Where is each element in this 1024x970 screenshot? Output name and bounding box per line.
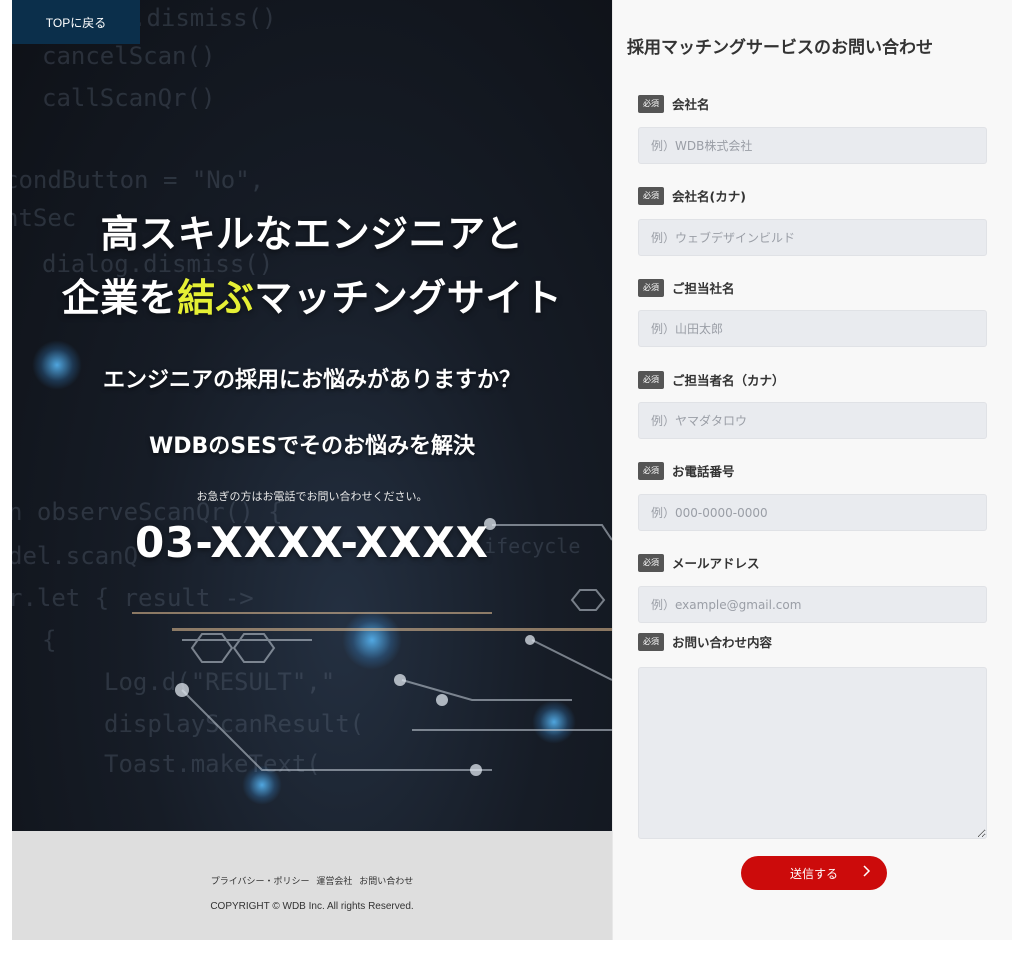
required-badge: 必須 [638,278,664,297]
label-text: お電話番号 [672,464,735,479]
field-label-contact-name: 必須 ご担当社名 [638,278,735,297]
top-back-link[interactable]: TOPに戻る [12,0,140,44]
label-text: 会社名(カナ) [672,189,746,204]
company-kana-input[interactable] [638,219,987,256]
email-input[interactable] [638,586,987,623]
label-text: メールアドレス [672,556,760,571]
headline-highlight: 結ぶ [177,276,255,320]
required-badge: 必須 [638,553,664,572]
contact-form-panel: 採用マッチングサービスのお問い合わせ 必須 会社名 必須 会社名(カナ) 必須 … [612,0,1012,940]
label-text: 会社名 [672,97,710,112]
contact-name-input[interactable] [638,310,987,347]
required-badge: 必須 [638,370,664,389]
required-badge: 必須 [638,461,664,480]
phone-input[interactable] [638,494,987,531]
hero-subtitle-2: WDBのSESでそのお悩みを解決 [148,434,475,459]
footer-link-contact[interactable]: お問い合わせ [359,877,413,887]
field-label-company-kana: 必須 会社名(カナ) [638,186,746,205]
phone-note: お急ぎの方はお電話でお問い合わせください。 [196,490,428,503]
hero-subtitle-1: エンジニアの採用にお悩みがありますか？ [102,368,521,393]
field-label-phone: 必須 お電話番号 [638,461,735,480]
footer: プライバシー・ポリシー 運営会社 お問い合わせ COPYRIGHT © WDB … [12,831,612,940]
field-label-inquiry: 必須 お問い合わせ内容 [638,632,772,651]
contact-kana-input[interactable] [638,402,987,439]
inquiry-textarea[interactable] [638,667,987,839]
copyright: COPYRIGHT © WDB Inc. All rights Reserved… [210,901,414,912]
company-name-input[interactable] [638,127,987,164]
label-text: ご担当社名 [672,281,735,296]
headline-line-2-post: マッチングサイト [254,276,563,320]
hero-text: 高スキルなエンジニアと 企業を結ぶマッチングサイト エンジニアの採用にお悩みがあ… [12,0,612,831]
page: .dismiss() cancelScan() callScanQr() con… [0,0,1024,970]
form-title: 採用マッチングサービスのお問い合わせ [627,38,933,58]
chevron-right-icon [861,864,871,882]
field-label-company: 必須 会社名 [638,94,710,113]
required-badge: 必須 [638,186,664,205]
required-badge: 必須 [638,632,664,651]
footer-links: プライバシー・ポリシー 運営会社 お問い合わせ [12,874,612,887]
headline-line-2-pre: 企業を [61,276,178,320]
hero-headline: 高スキルなエンジニアと 企業を結ぶマッチングサイト [12,202,612,330]
phone-number[interactable]: 03-XXXX-XXXX [12,518,612,567]
label-text: ご担当者名（カナ） [672,373,785,388]
submit-label: 送信する [789,866,838,881]
submit-button[interactable]: 送信する [741,856,887,890]
headline-line-1: 高スキルなエンジニアと [100,212,524,256]
field-label-email: 必須 メールアドレス [638,553,760,572]
label-text: お問い合わせ内容 [672,635,773,650]
footer-link-privacy[interactable]: プライバシー・ポリシー [211,877,310,887]
required-badge: 必須 [638,94,664,113]
footer-link-company[interactable]: 運営会社 [316,877,352,887]
hero-section: .dismiss() cancelScan() callScanQr() con… [12,0,612,831]
field-label-contact-kana: 必須 ご担当者名（カナ） [638,370,785,389]
